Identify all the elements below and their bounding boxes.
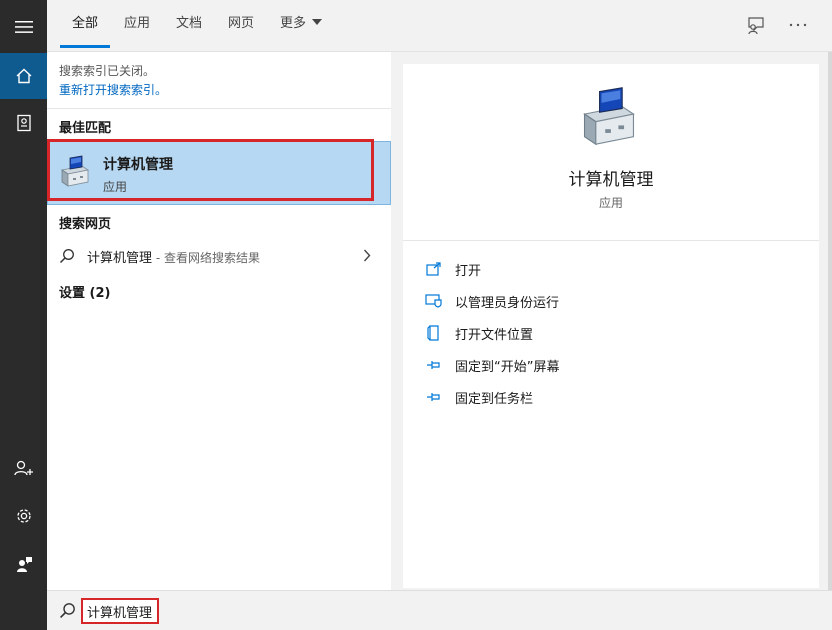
pin-icon [425,357,443,373]
highlight-box [47,139,374,201]
search-icon [60,603,75,618]
web-search-text: 计算机管理 - 查看网络搜索结果 [87,247,260,266]
divider [403,240,819,241]
search-input[interactable] [81,598,159,624]
action-open-file-location-label: 打开文件位置 [455,327,534,343]
action-pin-to-taskbar-label: 固定到任务栏 [455,391,534,407]
tab-more-label: 更多 [280,16,307,31]
web-search-query: 计算机管理 [87,251,153,266]
hamburger-menu-button[interactable] [0,4,47,50]
left-rail [0,0,47,630]
feedback-person-icon [748,17,764,35]
index-off-notice: 搜索索引已关闭。 [59,64,156,78]
gear-icon [16,509,31,523]
home-icon [16,68,31,84]
home-button[interactable] [0,53,47,99]
tab-documents[interactable]: 文档 [176,16,202,36]
detail-title: 计算机管理 [568,170,654,190]
ellipsis-icon [789,23,807,27]
divider [47,108,391,109]
tab-apps[interactable]: 应用 [124,16,150,36]
web-search-hint: - 查看网络搜索结果 [152,251,260,265]
hamburger-menu-icon [14,21,33,33]
active-tab-indicator [60,45,110,48]
pin-taskbar-icon [425,389,443,405]
notebook-icon [16,114,31,132]
search-icon [59,249,74,264]
action-run-as-admin[interactable]: 以管理员身份运行 [425,290,559,312]
reopen-index-link[interactable]: 重新打开搜索索引。 [59,81,167,99]
add-user-icon [13,460,33,476]
tab-more[interactable]: 更多 [280,16,323,36]
feedback-button[interactable] [0,541,47,587]
settings-heading[interactable]: 设置 (2) [59,282,110,301]
settings-button[interactable] [0,493,47,539]
feedback-icon [16,557,32,572]
chevron-right-icon [363,249,371,262]
open-icon [425,261,443,277]
chevron-down-icon [312,19,323,25]
tab-web[interactable]: 网页 [228,16,254,36]
web-search-heading: 搜索网页 [59,217,112,232]
web-search-item[interactable]: 计算机管理 - 查看网络搜索结果 [47,242,391,270]
feedback-hub-button[interactable] [745,14,767,36]
search-bar [47,590,832,630]
action-pin-to-start-label: 固定到“开始”屏幕 [455,359,560,375]
action-open-label: 打开 [455,263,482,279]
detail-pane: 计算机管理 应用 打开 以管理员身份运行 打开文件位置 固定到“开始”屏幕 固定… [403,64,819,588]
shield-admin-icon [425,293,443,309]
top-bar: 全部 应用 文档 网页 更多 [47,0,832,52]
detail-subtitle: 应用 [598,196,623,210]
scrollbar-track[interactable] [828,52,832,590]
computer-management-large-icon [583,87,635,146]
action-run-as-admin-label: 以管理员身份运行 [455,295,560,311]
more-options-button[interactable] [787,14,809,36]
action-open[interactable]: 打开 [425,258,481,280]
file-location-icon [425,325,443,341]
best-match-heading: 最佳匹配 [59,121,112,136]
action-pin-to-taskbar[interactable]: 固定到任务栏 [425,386,533,408]
tab-all[interactable]: 全部 [72,16,98,36]
action-open-file-location[interactable]: 打开文件位置 [425,322,533,344]
add-user-button[interactable] [0,445,47,491]
action-pin-to-start[interactable]: 固定到“开始”屏幕 [425,354,559,376]
notebook-button[interactable] [0,100,47,146]
results-pane: 搜索索引已关闭。 重新打开搜索索引。 最佳匹配 计算机管理 应用 搜索网页 计算… [47,52,391,590]
